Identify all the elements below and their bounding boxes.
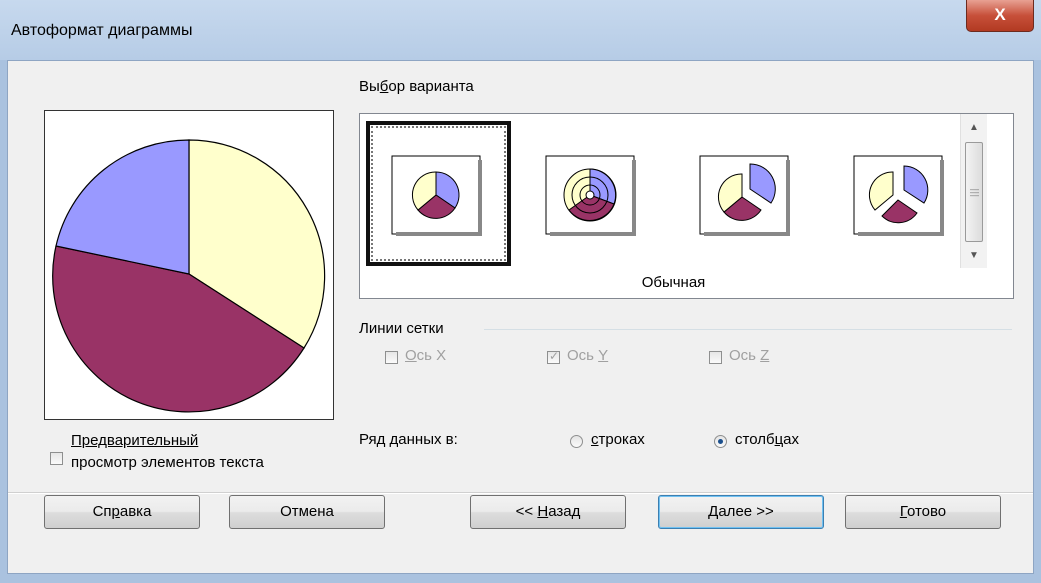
variant-section-title: Выбор варианта [359, 78, 474, 95]
variant-pie-exploded-one[interactable] [674, 121, 819, 266]
next-button[interactable]: Далее >> [658, 495, 824, 529]
dialog-body: Предварительный просмотр элементов текст… [7, 60, 1034, 574]
text-preview-label[interactable]: Предварительный просмотр элементов текст… [71, 430, 264, 474]
gridlines-divider [484, 329, 1012, 330]
window-title: Автоформат диаграммы [11, 22, 193, 39]
axis-z-box[interactable] [709, 351, 722, 364]
series-cols-label[interactable]: столбцах [735, 431, 799, 448]
series-label: Ряд данных в: [359, 431, 458, 448]
grip-icon: — — — [970, 184, 979, 200]
axis-y-box[interactable]: ✓ [547, 349, 560, 364]
scroll-up-icon[interactable]: ▲ [961, 118, 987, 138]
close-icon: X [994, 5, 1006, 24]
text-preview-checkbox[interactable] [50, 452, 63, 465]
scroll-thumb[interactable]: — — — [965, 142, 983, 242]
radio-dot-icon [718, 439, 723, 444]
checkmark-icon: ✓ [549, 349, 560, 363]
series-cols-radio[interactable] [714, 435, 727, 448]
back-button[interactable]: << Назад [470, 495, 626, 529]
series-rows-radio[interactable] [570, 435, 583, 448]
exploded-pie-icon [699, 155, 790, 236]
close-button[interactable]: X [966, 0, 1034, 32]
exploded-all-pie-icon [853, 155, 944, 236]
title-bar: Автоформат диаграммы X [0, 0, 1041, 60]
variant-pie-normal[interactable] [366, 121, 511, 266]
text-preview-label-line2: просмотр элементов текста [71, 454, 264, 471]
axis-y-label: Ось Y [567, 347, 609, 364]
gridlines-title: Линии сетки [359, 320, 444, 337]
help-button[interactable]: Справка [44, 495, 200, 529]
cancel-button[interactable]: Отмена [229, 495, 385, 529]
variant-caption: Обычная [641, 274, 706, 291]
axis-z-label: Ось Z [729, 347, 770, 364]
variant-pie-ring[interactable] [520, 121, 665, 266]
dialog-window: Автоформат диаграммы X Предварительный п… [0, 0, 1041, 583]
variant-scrollbar[interactable]: ▲ — — — ▼ [960, 114, 987, 268]
finish-button[interactable]: Готово [845, 495, 1001, 529]
variant-pie-exploded-all[interactable] [828, 121, 973, 266]
button-divider [8, 492, 1033, 494]
preview-pie [52, 139, 326, 413]
chart-preview [44, 110, 334, 420]
pie-normal-icon [391, 155, 482, 236]
text-preview-label-line1: Предварительный [71, 432, 199, 449]
axis-x-box[interactable] [385, 351, 398, 364]
scroll-down-icon[interactable]: ▼ [961, 246, 987, 266]
variant-list[interactable]: ▲ — — — ▼ Обычная [359, 113, 1014, 299]
ring-pie-icon [545, 155, 636, 236]
series-rows-label[interactable]: строках [591, 431, 645, 448]
axis-x-label: Ось X [405, 347, 447, 364]
